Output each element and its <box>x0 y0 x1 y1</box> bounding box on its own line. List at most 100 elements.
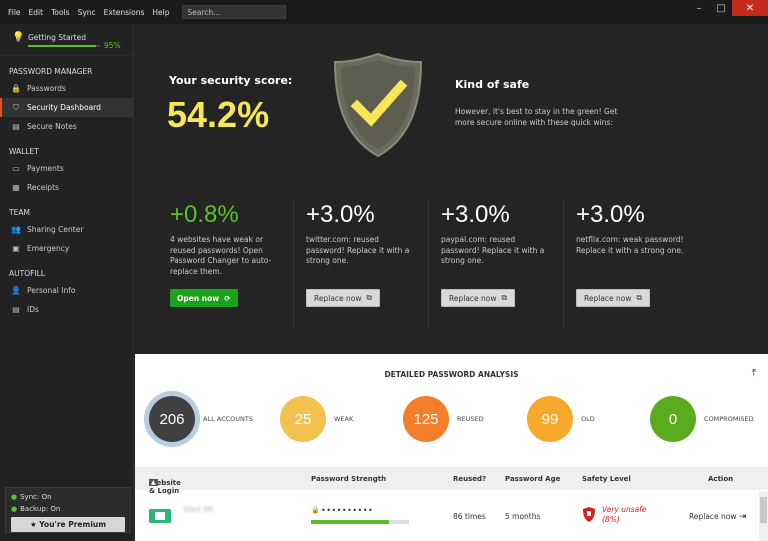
replace-now-button[interactable]: Replace now ⧉ <box>441 289 515 307</box>
getting-started-progress <box>28 45 100 47</box>
col-age[interactable]: Password Age <box>505 475 560 483</box>
sidebar-item-label: Receipts <box>27 183 59 192</box>
quick-win-card: +3.0% netflix.com: weak password! Replace… <box>563 199 698 329</box>
open-now-button[interactable]: Open now ⟳ <box>170 289 238 307</box>
minimize-button[interactable]: – <box>688 0 710 16</box>
sidebar-item-passwords[interactable]: 🔒 Passwords <box>0 79 133 98</box>
replace-now-link[interactable]: Replace now ⇥ <box>689 512 746 522</box>
button-label: Replace now <box>449 293 497 303</box>
quick-win-gain: +0.8% <box>170 201 239 228</box>
scrollbar[interactable] <box>759 491 768 541</box>
section-title: PASSWORD MANAGER <box>9 67 93 76</box>
password-age: 5 months <box>505 512 541 521</box>
sidebar: 💡 Getting Started 95% PASSWORD MANAGER 🔒 P… <box>0 24 134 541</box>
sidebar-item-personal-info[interactable]: 👤 Personal Info <box>0 281 133 300</box>
sort-icon: ▲ <box>149 478 158 486</box>
unsafe-shield-icon <box>583 507 595 522</box>
sidebar-item-label: Secure Notes <box>27 122 77 131</box>
quick-win-text: 4 websites have weak or reused passwords… <box>170 235 272 276</box>
people-icon: 👥 <box>11 225 21 234</box>
person-icon: 👤 <box>11 286 21 295</box>
strength-fill <box>311 520 390 524</box>
getting-started[interactable]: 💡 Getting Started 95% <box>0 24 133 56</box>
sidebar-item-label: Sharing Center <box>27 225 84 234</box>
col-action: Action <box>708 474 734 483</box>
window-icon: ⧉ <box>636 293 642 302</box>
button-label: Open now <box>177 293 220 303</box>
menu-help[interactable]: Help <box>148 8 173 17</box>
maximize-button[interactable]: □ <box>710 0 732 16</box>
progress-fill <box>28 45 97 47</box>
table-header: Website & Login ▲ Password Strength Reus… <box>135 467 768 495</box>
stat-weak[interactable]: 25 WEAK <box>280 396 353 442</box>
scroll-top-icon[interactable]: ⤒ <box>752 368 756 379</box>
sidebar-item-label: Emergency <box>27 244 70 253</box>
security-dashboard: Your security score: 54.2% Kind of safe … <box>135 24 768 354</box>
premium-button[interactable]: ★ You're Premium <box>11 517 125 532</box>
stat-label: ALL ACCOUNTS <box>203 415 253 423</box>
lock-icon: 🔒 <box>311 506 320 514</box>
stat-compromised[interactable]: 0 COMPROMISED <box>650 396 754 442</box>
replace-now-button[interactable]: Replace now ⧉ <box>306 289 380 307</box>
menu-extensions[interactable]: Extensions <box>100 8 149 17</box>
sidebar-item-sharing-center[interactable]: 👥 Sharing Center <box>0 220 133 239</box>
getting-started-percent: 95% <box>104 41 121 50</box>
quick-win-card: +3.0% paypal.com: reused password! Replac… <box>428 199 563 329</box>
emergency-icon: ▣ <box>12 244 20 253</box>
lock-icon: 🔒 <box>11 84 21 93</box>
quick-win-card: +0.8% 4 websites have weak or reused pass… <box>158 199 293 329</box>
table-row[interactable]: Wed Mt 🔒 •••••••••• 86 times 5 months Ve… <box>135 491 768 541</box>
scrollbar-thumb[interactable] <box>760 497 767 523</box>
quick-win-gain: +3.0% <box>306 201 375 228</box>
menu-tools[interactable]: Tools <box>47 8 73 17</box>
site-logo-icon <box>149 509 171 523</box>
premium-label: You're Premium <box>39 520 107 529</box>
sync-status: ● Sync: On <box>11 491 125 503</box>
col-strength[interactable]: Password Strength <box>311 475 386 483</box>
close-button[interactable]: ✕ <box>732 0 768 16</box>
safety-percent: (8%) <box>602 515 620 524</box>
menu-sync[interactable]: Sync <box>74 8 100 17</box>
quick-win-text: twitter.com: reused password! Replace it… <box>306 235 410 265</box>
receipt-icon: ▦ <box>12 183 20 192</box>
sidebar-nav: PASSWORD MANAGER 🔒 Passwords ⛉ Security Dash… <box>0 65 133 319</box>
sidebar-item-ids[interactable]: ▤ IDs <box>0 300 133 319</box>
stat-label: OLD <box>581 415 595 423</box>
search-input[interactable]: Search... <box>181 5 286 19</box>
star-icon: ★ <box>29 520 40 529</box>
security-score: 54.2% <box>167 94 270 135</box>
sidebar-item-emergency[interactable]: ▣ Emergency <box>0 239 133 258</box>
shield-check-icon <box>333 52 423 158</box>
analysis-title: DETAILED PASSWORD ANALYSIS <box>384 370 519 379</box>
col-reused[interactable]: Reused? <box>453 475 486 483</box>
stat-all-accounts[interactable]: 206 ALL ACCOUNTS <box>149 396 253 442</box>
site-name: Wed Mt <box>183 505 214 514</box>
stat-reused[interactable]: 125 REUSED <box>403 396 484 442</box>
replace-now-label: Replace now <box>689 512 737 521</box>
card-icon: ▭ <box>12 164 20 173</box>
replace-now-button[interactable]: Replace now ⧉ <box>576 289 650 307</box>
masked-password: •••••••••• <box>321 506 374 515</box>
button-label: Replace now <box>314 293 362 303</box>
section-title: WALLET <box>9 147 39 156</box>
sidebar-item-payments[interactable]: ▭ Payments <box>0 159 133 178</box>
stat-circle: 99 <box>527 396 573 442</box>
sidebar-item-secure-notes[interactable]: ▤ Secure Notes <box>0 117 133 136</box>
quick-win-gain: +3.0% <box>576 201 645 228</box>
status-description: However, it's best to stay in the green!… <box>455 107 618 127</box>
refresh-icon: ⟳ <box>224 293 231 303</box>
backup-label: Backup: On <box>20 505 61 513</box>
sidebar-item-receipts[interactable]: ▦ Receipts <box>0 178 133 197</box>
stat-old[interactable]: 99 OLD <box>527 396 595 442</box>
sidebar-item-security-dashboard[interactable]: ⛉ Security Dashboard <box>0 98 133 117</box>
menu-edit[interactable]: Edit <box>25 8 48 17</box>
stat-circle: 125 <box>403 396 449 442</box>
reused-count: 86 times <box>453 512 486 521</box>
status-title: Kind of safe <box>455 78 530 91</box>
section-title: TEAM <box>9 208 30 217</box>
button-label: Replace now <box>584 293 632 303</box>
col-safety[interactable]: Safety Level <box>582 475 631 483</box>
menu-file[interactable]: File <box>4 8 25 17</box>
open-arrow-icon: ⇥ <box>738 512 747 522</box>
note-icon: ▤ <box>12 122 20 131</box>
